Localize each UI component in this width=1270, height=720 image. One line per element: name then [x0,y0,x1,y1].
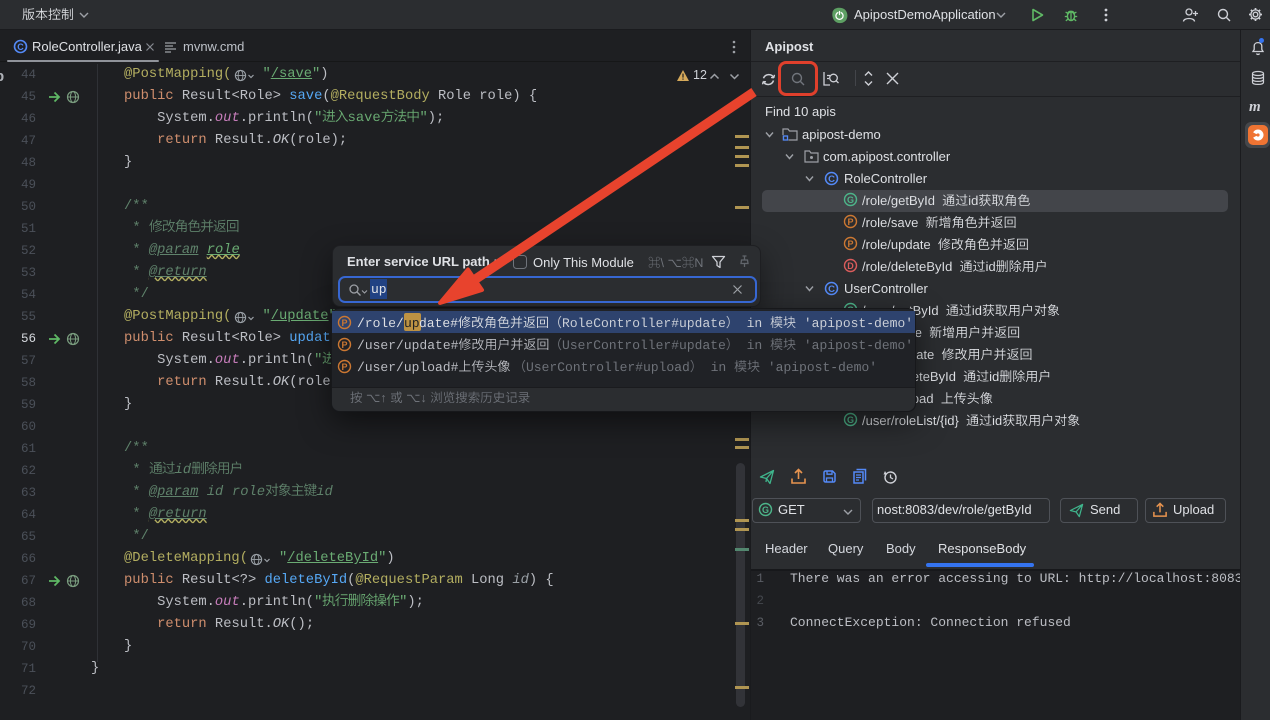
svg-text:D: D [847,261,854,271]
svg-text:P: P [341,362,347,372]
svg-text:C: C [828,284,835,295]
svg-text:C: C [828,174,835,185]
svg-text:P: P [847,239,853,249]
svg-text:G: G [847,415,854,425]
svg-text:P: P [341,340,347,350]
svg-text:G: G [847,195,854,205]
svg-text:C: C [17,42,24,52]
svg-text:P: P [847,217,853,227]
svg-text:G: G [762,505,769,515]
svg-text:P: P [341,318,347,328]
